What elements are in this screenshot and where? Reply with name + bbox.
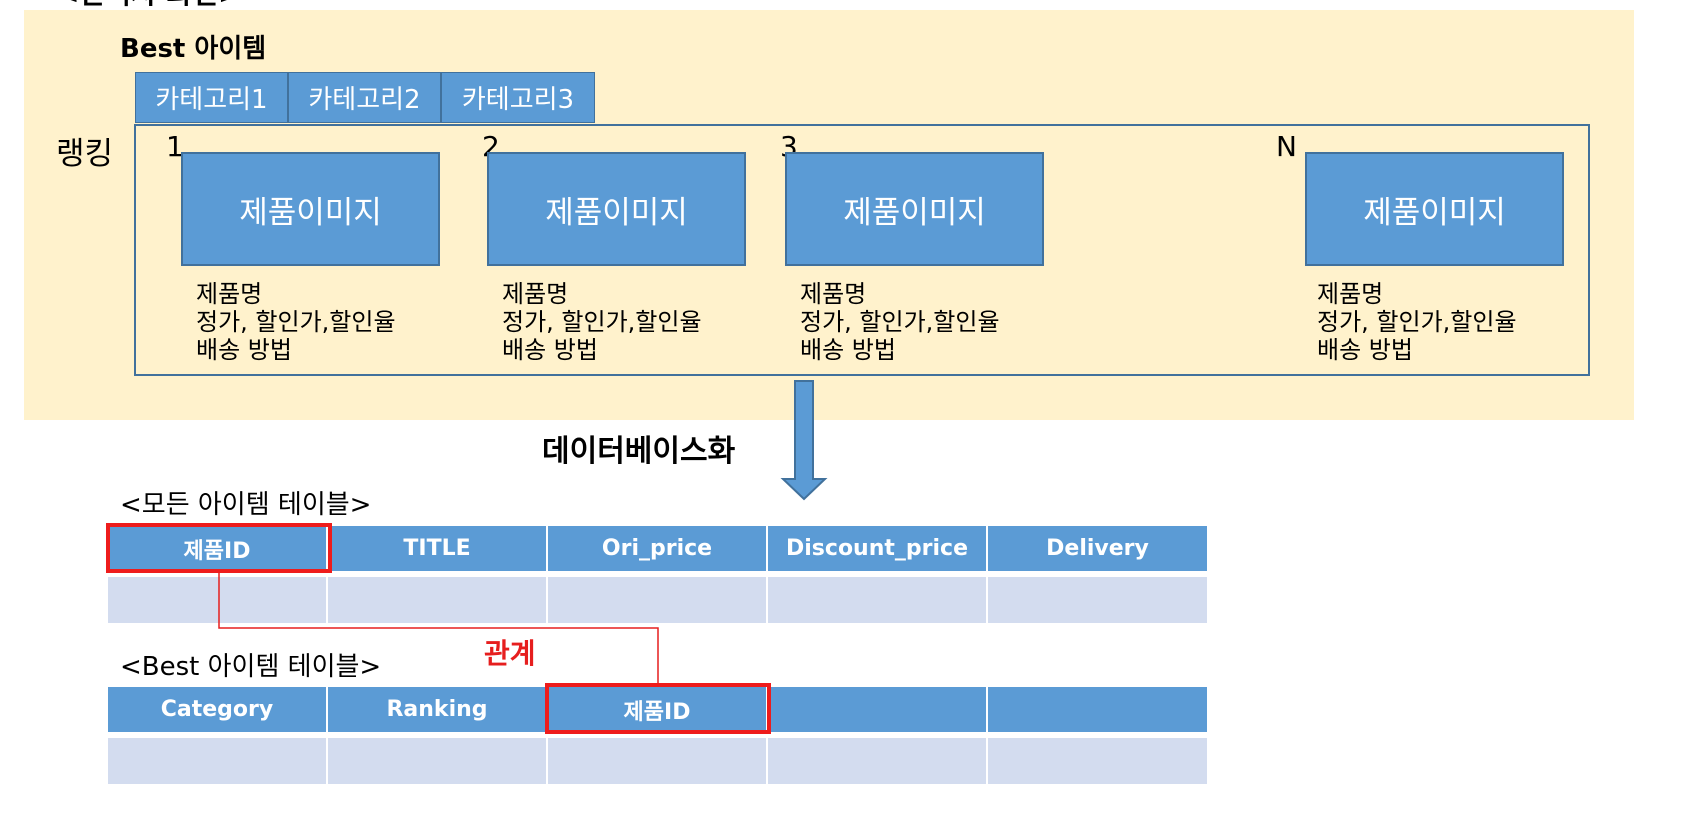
product-id-highlight <box>545 683 771 734</box>
table-header-ranking: Ranking <box>328 687 546 732</box>
table-cell <box>548 738 766 784</box>
table-cell <box>988 738 1207 784</box>
best-items-table-title: <Best 아이템 테이블> <box>120 652 382 682</box>
table-cell <box>108 738 326 784</box>
table-cell <box>328 738 546 784</box>
table-header-category: Category <box>108 687 326 732</box>
relation-label: 관계 <box>484 637 536 670</box>
table-cell <box>768 738 986 784</box>
table-header-empty <box>988 687 1207 732</box>
table-header-empty <box>768 687 986 732</box>
